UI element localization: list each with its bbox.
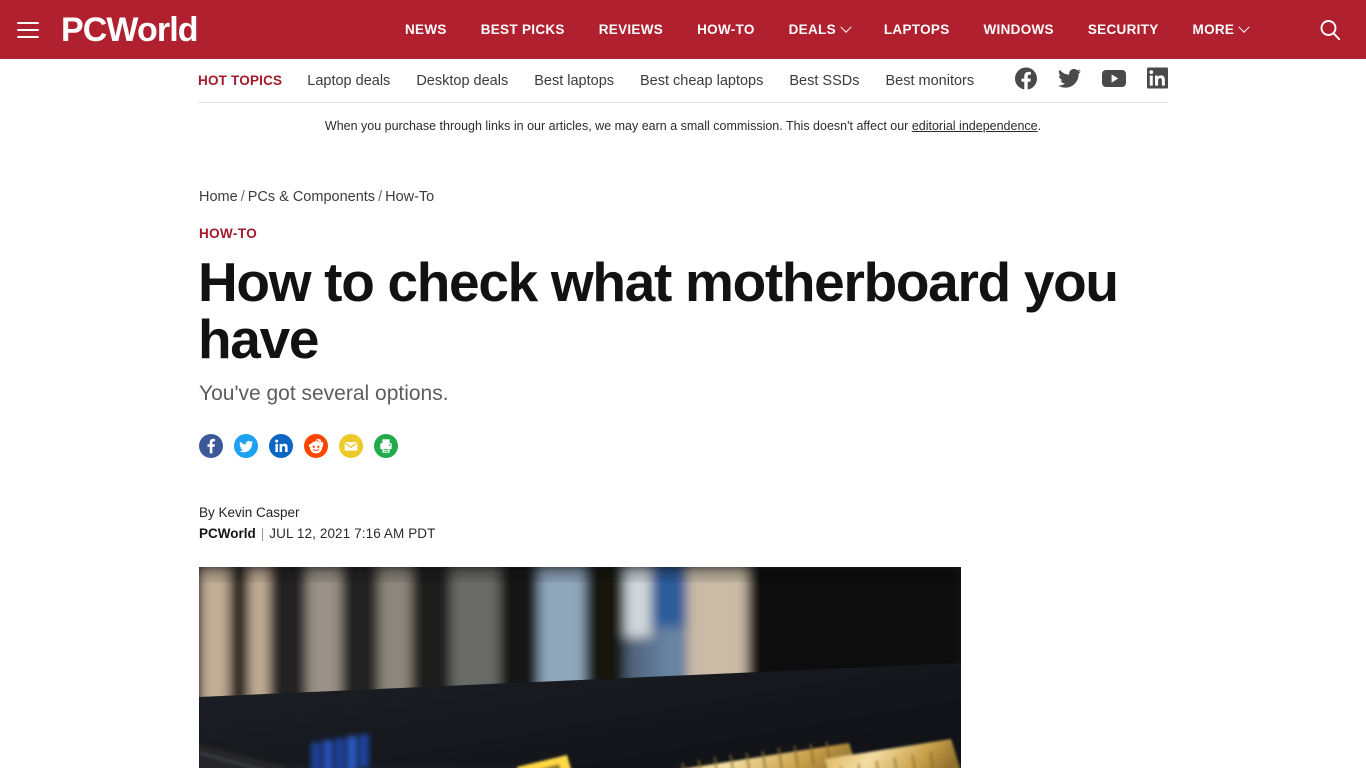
hot-topic-item[interactable]: Best monitors bbox=[885, 73, 974, 89]
nav-item-how-to[interactable]: HOW-TO bbox=[680, 0, 772, 59]
byline-author[interactable]: By Kevin Casper bbox=[199, 503, 1168, 523]
affiliate-disclaimer: When you purchase through links in our a… bbox=[0, 103, 1366, 133]
linkedin-share-icon[interactable] bbox=[269, 434, 293, 463]
hot-topics-bar: HOT TOPICS Laptop deals Desktop deals Best… bbox=[0, 59, 1366, 103]
hamburger-menu-icon[interactable] bbox=[17, 21, 39, 38]
nav-item-deals[interactable]: DEALS bbox=[772, 0, 867, 59]
chevron-down-icon bbox=[1238, 21, 1250, 33]
youtube-icon[interactable] bbox=[1102, 69, 1126, 92]
facebook-share-icon[interactable] bbox=[199, 434, 223, 463]
nav-item-security[interactable]: SECURITY bbox=[1071, 0, 1176, 59]
disclaimer-text: When you purchase through links in our a… bbox=[324, 119, 912, 133]
breadcrumb: Home / PCs & Components / How-To bbox=[198, 189, 1168, 205]
disclaimer-period: . bbox=[1037, 119, 1042, 133]
nav-item-label: SECURITY bbox=[1087, 22, 1159, 37]
nav-item-windows[interactable]: WINDOWS bbox=[967, 0, 1071, 59]
facebook-icon[interactable] bbox=[1015, 67, 1037, 94]
byline: By Kevin Casper PCWorld | JUL 12, 2021 7:1… bbox=[198, 503, 1168, 543]
hot-topic-item[interactable]: Desktop deals bbox=[416, 73, 508, 89]
byline-date: JUL 12, 2021 7:16 AM PDT bbox=[269, 525, 436, 541]
nav-item-label: DEALS bbox=[788, 22, 836, 37]
breadcrumb-item[interactable]: Home bbox=[199, 189, 238, 205]
linkedin-icon[interactable] bbox=[1147, 67, 1168, 94]
nav-item-label: NEWS bbox=[405, 22, 447, 37]
search-icon[interactable] bbox=[1317, 17, 1343, 43]
breadcrumb-item[interactable]: PCs & Components bbox=[248, 189, 375, 205]
nav-item-label: LAPTOPS bbox=[883, 22, 950, 37]
article-subtitle: You've got several options. bbox=[199, 382, 449, 406]
print-share-icon[interactable] bbox=[374, 434, 398, 463]
nav-item-reviews[interactable]: REVIEWS bbox=[582, 0, 680, 59]
article-body: Home / PCs & Components / How-To HOW-TO How … bbox=[198, 189, 1168, 768]
hamburger-bar bbox=[17, 35, 39, 38]
primary-navigation: NEWS BEST PICKS REVIEWS HOW-TO DEALS LAPTOPS W… bbox=[388, 0, 1265, 59]
twitter-share-icon[interactable] bbox=[234, 434, 258, 463]
breadcrumb-separator: / bbox=[378, 189, 383, 205]
hamburger-bar bbox=[17, 21, 39, 24]
nav-item-label: HOW-TO bbox=[697, 22, 755, 37]
editorial-independence-link[interactable]: editorial independence bbox=[912, 119, 1038, 133]
twitter-icon[interactable] bbox=[1058, 68, 1081, 93]
hot-topics-list: Laptop deals Desktop deals Best laptops Bes… bbox=[307, 73, 1000, 89]
nav-item-label: BEST PICKS bbox=[480, 22, 565, 37]
nav-item-label: WINDOWS bbox=[983, 22, 1054, 37]
hero-image bbox=[199, 566, 961, 768]
email-share-icon[interactable] bbox=[339, 434, 363, 463]
breadcrumb-separator: / bbox=[240, 189, 245, 205]
nav-item-best-picks[interactable]: BEST PICKS bbox=[464, 0, 582, 59]
nav-item-label: MORE bbox=[1192, 22, 1235, 37]
byline-meta: PCWorld | JUL 12, 2021 7:16 AM PDT bbox=[199, 524, 1168, 544]
hamburger-bar bbox=[17, 28, 39, 31]
byline-publication: PCWorld bbox=[199, 525, 256, 541]
share-buttons bbox=[198, 434, 1168, 463]
chevron-down-icon bbox=[840, 21, 852, 33]
page-title: How to check what motherboard you have bbox=[198, 251, 1119, 371]
hot-topic-item[interactable]: Best laptops bbox=[534, 73, 614, 89]
hot-topic-item[interactable]: Best SSDs bbox=[789, 73, 859, 89]
breadcrumb-item[interactable]: How-To bbox=[385, 189, 434, 205]
hot-topic-item[interactable]: Best cheap laptops bbox=[640, 73, 763, 89]
byline-separator: | bbox=[260, 525, 265, 541]
nav-item-label: REVIEWS bbox=[598, 22, 664, 37]
header-divider bbox=[198, 102, 1168, 103]
hot-topic-item[interactable]: Laptop deals bbox=[307, 73, 390, 89]
nav-item-more[interactable]: MORE bbox=[1176, 0, 1266, 59]
article-kicker[interactable]: HOW-TO bbox=[198, 226, 1168, 241]
hot-topics-label[interactable]: HOT TOPICS bbox=[198, 73, 282, 88]
header-social-links bbox=[1015, 67, 1168, 94]
nav-item-laptops[interactable]: LAPTOPS bbox=[867, 0, 967, 59]
site-header: PCWorld NEWS BEST PICKS REVIEWS HOW-TO DEALS… bbox=[0, 0, 1366, 59]
nav-item-news[interactable]: NEWS bbox=[388, 0, 464, 59]
site-logo[interactable]: PCWorld bbox=[61, 13, 199, 47]
reddit-share-icon[interactable] bbox=[304, 434, 328, 463]
hero-image-container bbox=[198, 566, 961, 768]
